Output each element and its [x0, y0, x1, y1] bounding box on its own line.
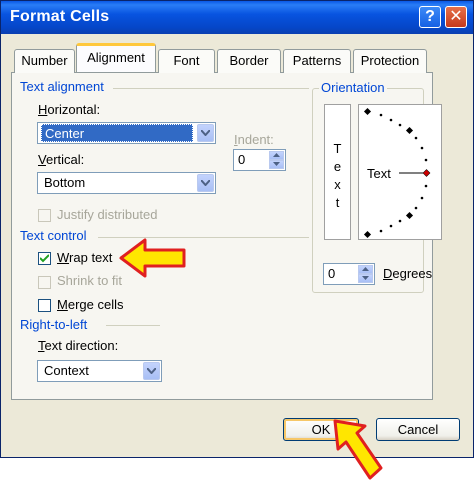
- tab-alignment[interactable]: Alignment: [76, 43, 156, 72]
- text-alignment-section: Text alignment: [20, 79, 104, 94]
- degrees-value: 0: [328, 266, 336, 281]
- vertical-letter: T: [333, 141, 342, 156]
- vertical-select[interactable]: Bottom: [37, 172, 216, 194]
- pointer-arrow-icon: [333, 419, 383, 480]
- tab-font[interactable]: Font: [158, 49, 215, 73]
- pointer-arrow-icon: [119, 238, 186, 278]
- wrap-text-label: Wrap text: [57, 250, 113, 265]
- wrap-text-checkbox[interactable]: [38, 252, 51, 265]
- divider: [106, 325, 160, 326]
- vertical-text-box[interactable]: T e x t: [324, 104, 351, 240]
- horizontal-select[interactable]: Center: [37, 122, 216, 144]
- vertical-letter: x: [334, 177, 341, 192]
- horizontal-label: Horizontal:: [38, 102, 101, 117]
- checkmark-icon: [40, 254, 49, 263]
- tab-border[interactable]: Border: [217, 49, 281, 73]
- merge-cells-label: Merge cells: [57, 297, 124, 312]
- spin-up-icon[interactable]: [358, 265, 373, 274]
- orientation-section: Orientation: [319, 80, 387, 95]
- justify-distributed-label: Justify distributed: [57, 207, 158, 222]
- title-bar[interactable]: Format Cells ? ✕: [1, 1, 473, 34]
- divider: [113, 88, 309, 89]
- dial-text: Text: [367, 166, 391, 181]
- right-to-left-section: Right-to-left: [20, 317, 88, 332]
- cancel-button[interactable]: Cancel: [376, 418, 460, 441]
- chevron-down-icon[interactable]: [197, 124, 214, 142]
- help-button[interactable]: ?: [419, 6, 441, 28]
- indent-value: 0: [238, 152, 246, 167]
- chevron-down-icon[interactable]: [197, 174, 214, 192]
- degrees-spinner[interactable]: 0: [323, 263, 375, 285]
- shrink-to-fit-checkbox[interactable]: [38, 276, 51, 289]
- spin-down-icon[interactable]: [269, 160, 284, 169]
- vertical-letter: t: [335, 195, 340, 210]
- orientation-dial[interactable]: Text: [358, 104, 442, 240]
- tab-number[interactable]: Number: [14, 49, 75, 73]
- text-direction-label: Text direction:: [38, 338, 119, 353]
- text-direction-select[interactable]: Context: [37, 360, 162, 382]
- vertical-value: Bottom: [44, 175, 86, 190]
- merge-cells-checkbox[interactable]: [38, 299, 51, 312]
- vertical-letter: e: [333, 159, 342, 174]
- vertical-label: Vertical:: [38, 152, 85, 167]
- shrink-to-fit-label: Shrink to fit: [57, 273, 123, 288]
- indent-label: Indent:: [234, 132, 274, 147]
- spin-down-icon[interactable]: [358, 274, 373, 283]
- indent-spinner[interactable]: 0: [233, 149, 286, 171]
- tab-patterns[interactable]: Patterns: [283, 49, 351, 73]
- degrees-label: Degrees: [383, 266, 433, 281]
- text-control-section: Text control: [20, 228, 87, 243]
- horizontal-value: Center: [41, 124, 193, 142]
- text-direction-value: Context: [44, 363, 89, 378]
- spin-up-icon[interactable]: [269, 151, 284, 160]
- dialog-title: Format Cells: [10, 8, 110, 25]
- chevron-down-icon[interactable]: [143, 362, 160, 380]
- justify-distributed-checkbox[interactable]: [38, 209, 51, 222]
- tab-protection[interactable]: Protection: [353, 49, 427, 73]
- close-button[interactable]: ✕: [445, 6, 467, 28]
